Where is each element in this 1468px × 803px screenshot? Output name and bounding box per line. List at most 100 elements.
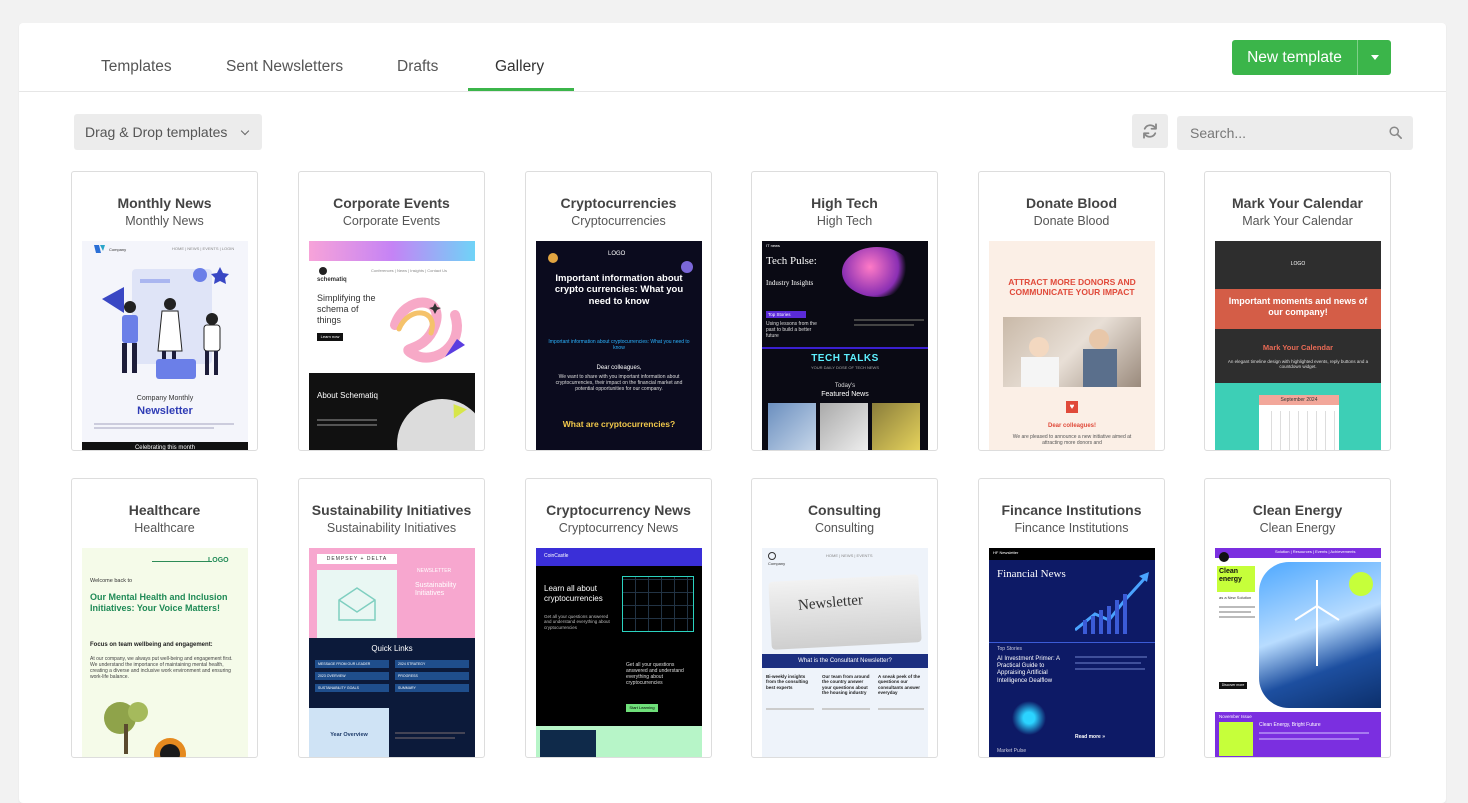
card-subtitle: Monthly News [125,214,204,228]
illustration-team-icon [102,267,229,379]
card-subtitle: Donate Blood [1033,214,1110,228]
template-card-donate-blood[interactable]: Donate Blood Donate Blood ATTRACT MORE D… [978,171,1165,451]
thumb-footer: Market Pulse [997,748,1027,754]
thumb-headline: Important moments and news of our compan… [1228,296,1368,317]
card-subtitle: Consulting [814,521,875,535]
thumb-brand: Company [109,247,127,252]
tab-bar: Templates Sent Newsletters Drafts Galler… [19,23,1446,92]
template-card-mark-your-calendar[interactable]: Mark Your Calendar Mark Your Calendar LO… [1204,171,1391,451]
thumb-headline: Sustainability Initiatives [415,582,457,598]
thumb-col3: A sneak peek of the questions our consul… [878,674,921,696]
template-card-finance-institutions[interactable]: Fincance Institutions Fincance Instituti… [978,478,1165,758]
thumb-body-1: Get all your questions answered and unde… [544,614,610,630]
template-preview[interactable]: DEMPSEY + DELTA NEWSLETTER Sustainabilit… [309,548,475,757]
thumb-small: Company Monthly [136,395,194,402]
template-preview[interactable]: CoinCastle Learn all about cryptocurrenc… [536,548,702,757]
content-panel: Templates Sent Newsletters Drafts Galler… [19,23,1446,803]
thumb-body: We are pleased to announce a new initiat… [1012,434,1132,446]
template-card-clean-energy[interactable]: Clean Energy Clean Energy Solution | Res… [1204,478,1391,758]
refresh-button[interactable] [1132,114,1168,148]
thumb-logo: LOGO [1290,261,1306,267]
new-template-dropdown-toggle[interactable] [1357,40,1391,75]
search-box [1177,116,1413,150]
search-input[interactable] [1177,116,1413,150]
thumb-tag: Top Stories [997,646,1023,652]
template-preview[interactable]: Solution | Resources | Events | Achievem… [1215,548,1381,757]
thumb-headline: Financial News [997,568,1066,580]
thumb-brand: schematiq [317,277,347,283]
card-title: Donate Blood [1026,195,1117,211]
card-title: Consulting [807,502,882,518]
thumb-nav: HOME | NEWS | EVENTS | LOGIN [172,246,235,251]
thumb-brand: CoinCastle [544,553,569,559]
thumb-headline: Important information about crypto curre… [554,273,684,307]
template-preview[interactable]: schematiq Conferences | News | Insights … [309,241,475,450]
thumb-section: Year Overview [330,732,368,738]
template-card-healthcare[interactable]: Healthcare Healthcare LOGO Welcome back … [71,478,258,758]
new-template-label[interactable]: New template [1232,40,1357,75]
tab-gallery[interactable]: Gallery [495,58,544,76]
template-preview[interactable]: Company HOME | NEWS | EVENTS Newsletter … [762,548,928,757]
template-preview[interactable]: LOGO Important moments and news of our c… [1215,241,1381,450]
thumb-today: Today's [834,383,856,389]
template-preview[interactable]: ATTRACT MORE DONORS AND COMMUNICATE YOUR… [989,241,1155,450]
template-type-selected: Drag & Drop templates [85,124,228,140]
card-subtitle: Cryptocurrency News [558,521,679,535]
card-title: Sustainability Initiatives [311,502,472,518]
template-type-dropdown[interactable]: Drag & Drop templates [74,114,262,150]
thumb-brand: Company [768,561,786,566]
template-preview[interactable]: LOGO Important information about crypto … [536,241,702,450]
card-title: Cryptocurrency News [546,502,691,518]
chevron-down-icon [240,126,250,136]
card-subtitle: Healthcare [134,521,195,535]
template-preview[interactable]: Company HOME | NEWS | EVENTS | LOGIN Com… [82,241,248,450]
search-icon[interactable] [1388,125,1403,140]
thumb-story: Clean Energy, Bright Future [1259,722,1321,728]
company-logo-icon [94,245,105,253]
card-subtitle: Mark Your Calendar [1242,214,1353,228]
card-subtitle: Sustainability Initiatives [326,521,457,535]
tab-drafts[interactable]: Drafts [397,58,438,76]
template-preview[interactable]: HF Newsletter Financial News Top Stories… [989,548,1155,757]
thumb-more: Read more » [1075,734,1106,740]
thumb-headline: What is the Consultant Newsletter? [762,654,928,668]
template-preview[interactable]: LOGO Welcome back to Our Mental Health a… [82,548,248,757]
template-card-cryptocurrencies[interactable]: Cryptocurrencies Cryptocurrencies LOGO I… [525,171,712,451]
thumb-link-2: 2024 STRATEGY [395,660,469,668]
thumb-headline: ATTRACT MORE DONORS AND COMMUNICATE YOUR… [1008,277,1136,298]
thumb-tagline: Industry Insights [766,279,814,287]
thumb-nav: Conferences | News | Insights | Contact … [371,268,448,273]
thumb-col2: Our team from around the country answer … [822,674,870,696]
thumb-headline: Simplifying the schema of things [317,293,376,325]
thumb-body: At our company, we always put well-being… [90,656,233,680]
card-subtitle: Corporate Events [342,214,441,228]
template-card-high-tech[interactable]: High Tech High Tech IT news Tech Pulse: … [751,171,938,451]
template-card-sustainability-initiatives[interactable]: Sustainability Initiatives Sustainabilit… [298,478,485,758]
new-template-button[interactable]: New template [1232,40,1391,75]
thumb-link: Important information about cryptocurren… [548,339,690,351]
card-subtitle: Fincance Institutions [1014,521,1129,535]
thumb-link-6: SUMMARY [395,684,469,692]
thumb-greeting: Dear colleagues, [596,365,642,371]
thumb-story: Using lessons from the past to build a b… [766,321,817,339]
refresh-icon [1143,123,1157,139]
template-card-monthly-news[interactable]: Monthly News Monthly News Company HOME |… [71,171,258,451]
tab-templates[interactable]: Templates [101,58,172,76]
template-card-consulting[interactable]: Consulting Consulting Company HOME | NEW… [751,478,938,758]
template-card-cryptocurrency-news[interactable]: Cryptocurrency News Cryptocurrency News … [525,478,712,758]
thumb-headline: Learn all about cryptocurrencies [544,584,603,603]
thumb-tag: November Issue [1219,714,1252,719]
template-card-corporate-events[interactable]: Corporate Events Corporate Events schema… [298,171,485,451]
tab-sent-newsletters[interactable]: Sent Newsletters [226,58,343,76]
thumb-body: We want to share with you important info… [555,374,683,392]
thumb-tag: Top Stories [766,311,806,318]
card-title: Clean Energy [1252,502,1343,518]
thumb-body-2: Get all your questions answered and unde… [626,662,684,686]
card-subtitle: Clean Energy [1259,521,1336,535]
thumb-banner-sub: YOUR DAILY DOSE OF TECH NEWS [810,365,879,370]
template-preview[interactable]: IT news Tech Pulse: Industry Insights To… [762,241,928,450]
thumb-nav: Solution | Resources | Events | Achievem… [1275,549,1356,554]
thumb-focus: Focus on team wellbeing and engagement: [90,642,213,648]
thumb-story: AI Investment Primer: A Practical Guide … [997,656,1060,684]
card-subtitle: Cryptocurrencies [571,214,666,228]
